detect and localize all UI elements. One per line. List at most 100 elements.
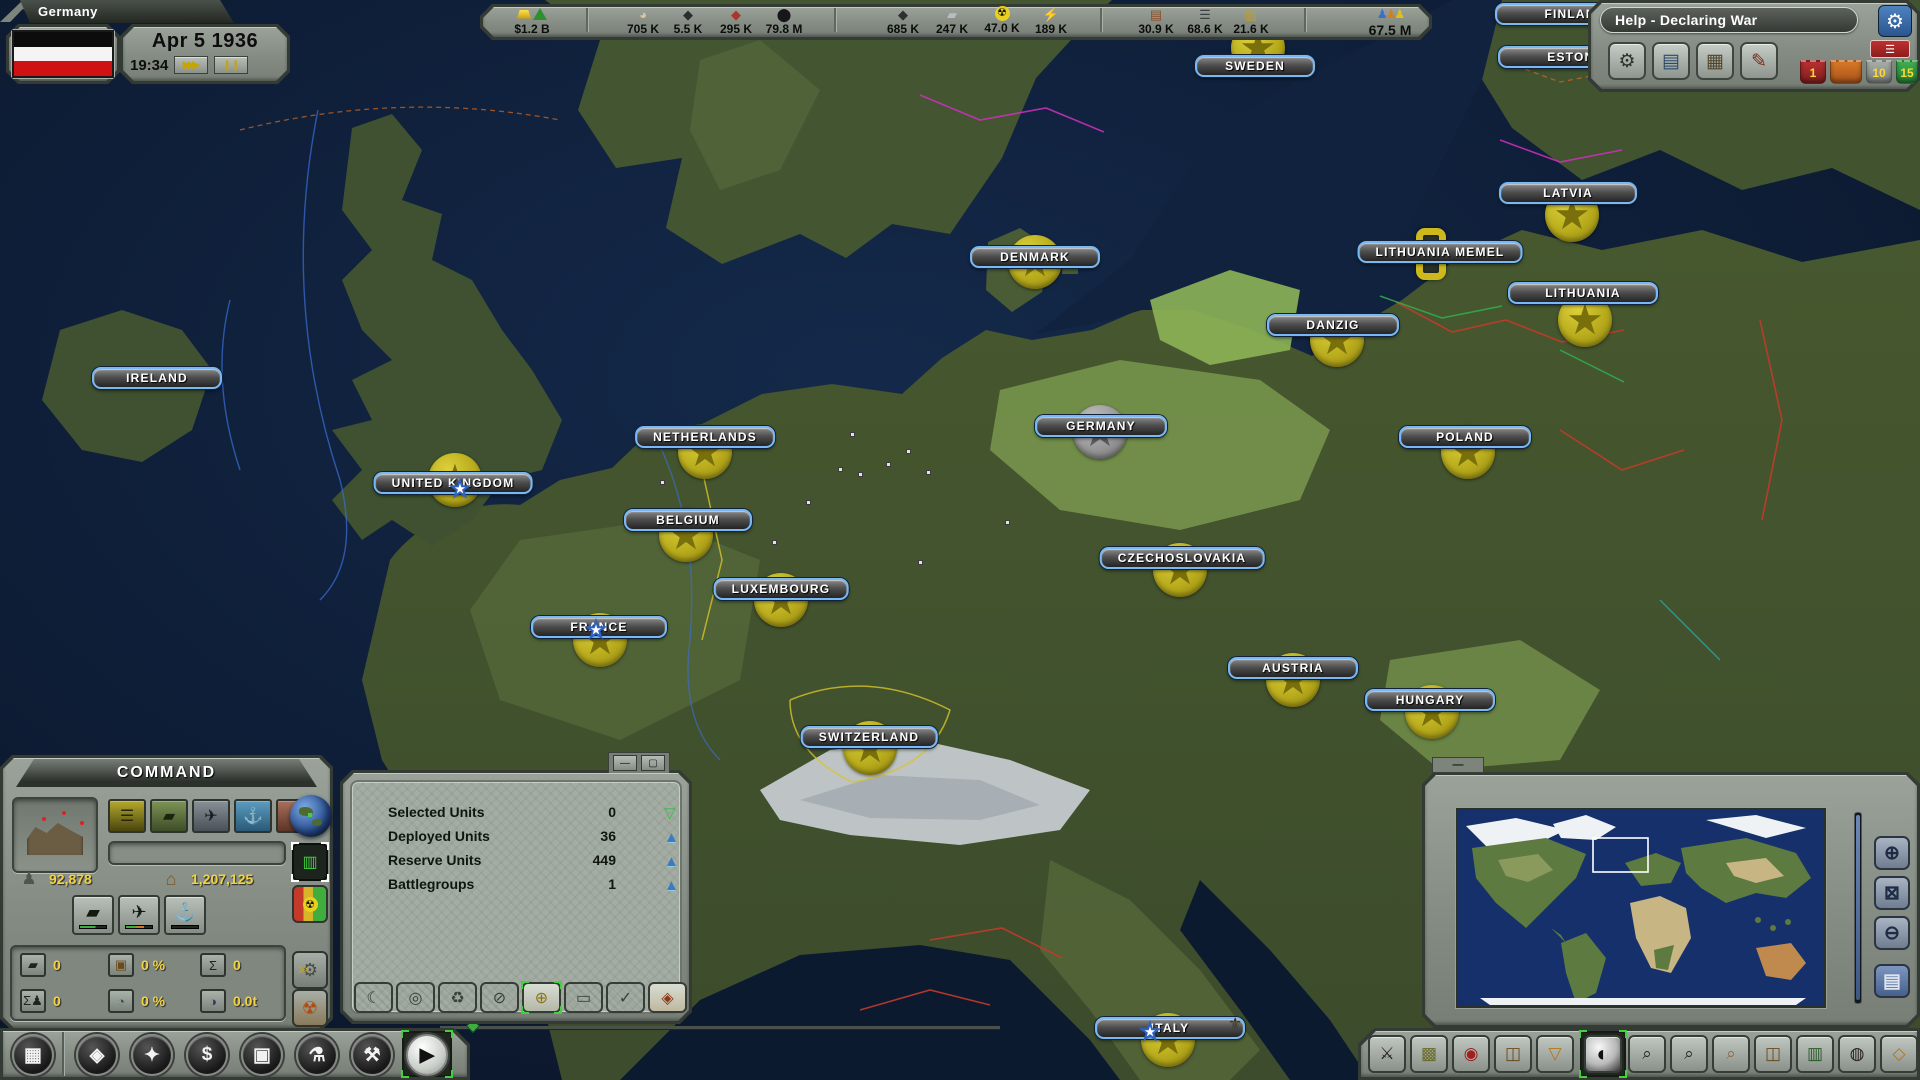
alert-units-button[interactable]: ◎	[396, 982, 435, 1013]
air-units-button[interactable]: ✈	[118, 895, 160, 935]
collapse-arrow-blue[interactable]: ▲	[664, 828, 679, 848]
politics-button[interactable]: ◈	[76, 1034, 118, 1076]
globe-view-button[interactable]: ◐	[1584, 1035, 1622, 1073]
select-all-button[interactable]: ⊕	[522, 982, 561, 1013]
message-pocket-red[interactable]: 1	[1800, 60, 1826, 84]
separator	[834, 8, 836, 32]
reference-book-button[interactable]: ▤	[1652, 42, 1690, 80]
country-label-switzerland[interactable]: SWITZERLAND	[801, 726, 938, 748]
radiation-icon: ☢	[995, 6, 1010, 21]
pause-button[interactable]: ❙❙	[214, 56, 248, 74]
message-delete-badge[interactable]: ☰	[1870, 40, 1910, 58]
window-maximize-button[interactable]: ▢	[641, 755, 665, 771]
unit-details-button[interactable]: ◈	[648, 982, 687, 1013]
hold-orders-button[interactable]: ⊘	[480, 982, 519, 1013]
military-mode-button[interactable]: ⚔	[1368, 1035, 1406, 1073]
economy-button[interactable]: $	[186, 1034, 228, 1076]
resource-petroleum[interactable]: ⬤ 79.8 M	[744, 6, 824, 36]
player-country-tab[interactable]: Germany	[20, 0, 234, 23]
filter-armor-button[interactable]: ▰	[150, 799, 188, 833]
minimap-screen[interactable]	[1456, 808, 1826, 1008]
expand-arrow-green[interactable]: ▽	[664, 804, 676, 824]
supply-map-button[interactable]: ◫	[1494, 1035, 1532, 1073]
message-pocket-orange[interactable]	[1830, 60, 1862, 84]
resource-military-goods[interactable]: ▥ 21.6 K	[1211, 6, 1291, 36]
defcon-meter-button[interactable]: ☢	[292, 885, 328, 923]
date-panel: Apr 5 1936 19:34 ▶▶▶ ❙❙	[120, 24, 290, 84]
map-notes-button[interactable]: ✎	[1740, 42, 1778, 80]
base-button[interactable]	[12, 797, 98, 873]
country-label-italy[interactable]: ITALY	[1095, 1017, 1245, 1039]
collapse-arrow-blue[interactable]: ▲	[664, 852, 679, 872]
population[interactable]: ♟♟♟ 67.5 M	[1340, 6, 1440, 38]
filter-land-units-button[interactable]: ☰	[108, 799, 146, 833]
production-button[interactable]: ▣	[241, 1034, 283, 1076]
recycle-units-button[interactable]: ♻	[438, 982, 477, 1013]
minimap-zoom-out-button[interactable]: ⊖	[1874, 916, 1910, 950]
research-button[interactable]: ⚗	[296, 1034, 338, 1076]
country-label-czechoslovakia[interactable]: CZECHOSLOVAKIA	[1100, 547, 1265, 569]
filter-cycle-button[interactable]: ▽	[1536, 1035, 1574, 1073]
country-label-hungary[interactable]: HUNGARY	[1365, 689, 1495, 711]
country-label-latvia[interactable]: LATVIA	[1499, 182, 1637, 204]
inspect-diplomacy-button[interactable]: ⌕	[1712, 1035, 1750, 1073]
minimap-zoom-in-button[interactable]: ⊕	[1874, 836, 1910, 870]
player-flag-frame[interactable]	[6, 24, 120, 84]
treasury[interactable]: $1.2 B	[492, 6, 572, 36]
settings-gear-button[interactable]: ⚙	[1878, 5, 1912, 37]
trade-routes-button[interactable]: ◫	[1754, 1035, 1792, 1073]
country-label-belgium[interactable]: BELGIUM	[624, 509, 752, 531]
country-label-sweden[interactable]: SWEDEN	[1195, 55, 1315, 77]
runway-button[interactable]: ▭	[564, 982, 603, 1013]
window-minimize-button[interactable]: —	[613, 755, 637, 771]
capital-city-star-paris[interactable]: ★	[586, 619, 606, 641]
country-label-germany[interactable]: GERMANY	[1035, 415, 1167, 437]
country-label-austria[interactable]: AUSTRIA	[1228, 657, 1358, 679]
country-label-denmark[interactable]: DENMARK	[970, 246, 1100, 268]
defense-button[interactable]: ▶	[406, 1034, 448, 1076]
filter-air-button[interactable]: ✈	[192, 799, 230, 833]
naval-units-button[interactable]: ⚓	[164, 895, 206, 935]
help-title[interactable]: Help - Declaring War	[1600, 7, 1858, 33]
world-relations-button[interactable]: ◍	[1838, 1035, 1876, 1073]
globe-icon[interactable]	[290, 795, 332, 837]
minimap-minimize-tab[interactable]: —	[1432, 757, 1484, 773]
minimap-fit-button[interactable]: ⊠	[1874, 876, 1910, 910]
options-button[interactable]: ⚙	[1608, 42, 1646, 80]
location-pin-button[interactable]: ◉	[1452, 1035, 1490, 1073]
country-label-netherlands[interactable]: NETHERLANDS	[635, 426, 775, 448]
sleep-units-button[interactable]: ☾	[354, 982, 393, 1013]
unit-search-field[interactable]	[108, 841, 286, 865]
statistics-button[interactable]: ▥	[1796, 1035, 1834, 1073]
world-markers-button[interactable]: ◇	[1880, 1035, 1918, 1073]
filter-navy-button[interactable]: ⚓	[234, 799, 272, 833]
minimap-zoom-slider[interactable]	[1854, 812, 1862, 1004]
supply-convoy-button[interactable]: ▥	[292, 843, 328, 881]
country-label-luxembourg[interactable]: LUXEMBOURG	[714, 578, 849, 600]
country-label-lithuania-memel[interactable]: LITHUANIA MEMEL	[1358, 241, 1523, 263]
selected-vehicles-icon: ▰	[20, 953, 46, 977]
country-label-ireland[interactable]: IRELAND	[92, 367, 222, 389]
inspect-land-button[interactable]: ⌕	[1628, 1035, 1666, 1073]
message-pocket-gray[interactable]: 10	[1866, 60, 1892, 84]
inspect-artillery-button[interactable]: ⌕	[1670, 1035, 1708, 1073]
terrain-map-button[interactable]: ▩	[1410, 1035, 1448, 1073]
fast-forward-button[interactable]: ▶▶▶	[174, 56, 208, 74]
land-units-button[interactable]: ▰	[72, 895, 114, 935]
country-label-lithuania[interactable]: LITHUANIA	[1508, 282, 1658, 304]
country-label-poland[interactable]: POLAND	[1399, 426, 1531, 448]
units-button[interactable]: ⚒	[351, 1034, 393, 1076]
diplomacy-button[interactable]: ✦	[131, 1034, 173, 1076]
confirm-orders-button[interactable]: ✓	[606, 982, 645, 1013]
minimap-mode-button[interactable]: ▤	[1874, 964, 1910, 998]
map-overview-button[interactable]: ▦	[12, 1034, 54, 1076]
collapse-arrow-blue[interactable]: ▲	[664, 876, 679, 896]
country-label-danzig[interactable]: DANZIG	[1267, 314, 1399, 336]
calendar-button[interactable]: ▦	[1696, 42, 1734, 80]
capital-city-star-rome[interactable]: ★	[1140, 1021, 1160, 1043]
message-pocket-green[interactable]: 15	[1896, 60, 1918, 84]
nuclear-strike-button[interactable]: ☢	[292, 989, 328, 1027]
unit-upgrade-button[interactable]: ⚙≫	[292, 951, 328, 989]
resource-electricity[interactable]: ⚡ 189 K	[1011, 6, 1091, 36]
capital-city-star-london[interactable]: ★	[450, 478, 470, 500]
